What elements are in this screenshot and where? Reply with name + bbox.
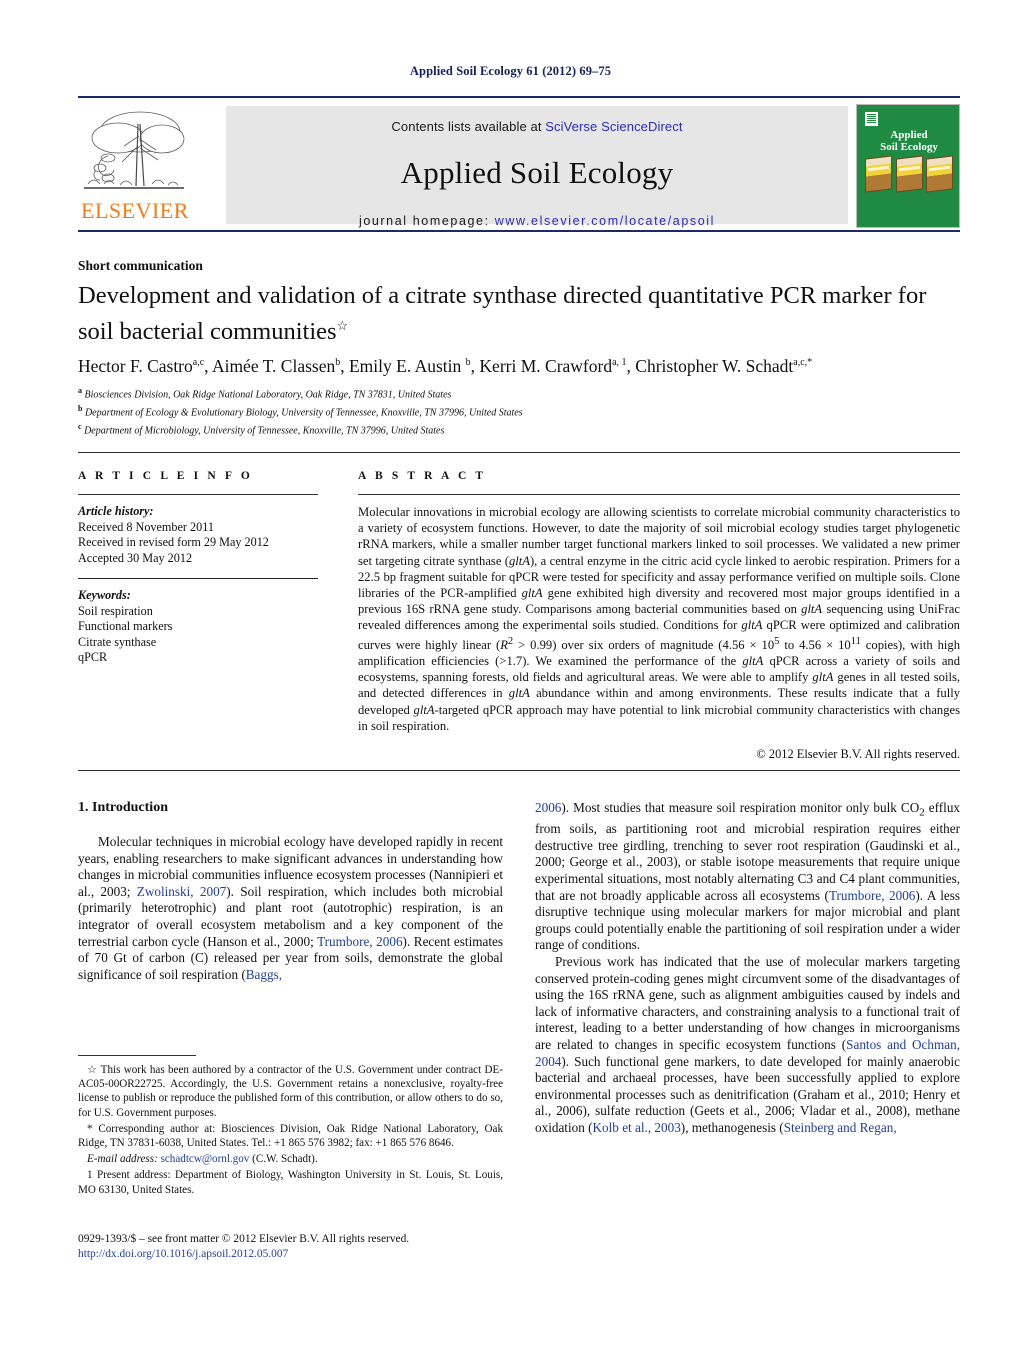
article-info-heading: A R T I C L E I N F O bbox=[78, 470, 253, 482]
affiliation-a-text: Biosciences Division, Oak Ridge National… bbox=[84, 389, 452, 401]
sciencedirect-link[interactable]: SciVerse ScienceDirect bbox=[545, 119, 682, 134]
author-list: Hector F. Castroa,c, Aimée T. Classenb, … bbox=[78, 355, 813, 376]
abstract-copyright: © 2012 Elsevier B.V. All rights reserved… bbox=[756, 747, 960, 762]
info-band-bottom-rule bbox=[78, 770, 960, 771]
footnote-corresponding-author: * Corresponding author at: Biosciences D… bbox=[78, 1122, 503, 1150]
keyword-item: qPCR bbox=[78, 650, 108, 664]
body-column-right: 2006). Most studies that measure soil re… bbox=[535, 800, 960, 1137]
title-footnote-marker[interactable]: ☆ bbox=[337, 318, 349, 333]
introduction-heading: 1. Introduction bbox=[78, 800, 168, 815]
email-suffix: (C.W. Schadt). bbox=[252, 1153, 318, 1166]
cover-soil-profile-art bbox=[865, 155, 953, 193]
email-label: E-mail address: bbox=[87, 1153, 158, 1166]
elsevier-tree-icon bbox=[78, 106, 190, 198]
footnote-present-address: 1 Present address: Department of Biology… bbox=[78, 1169, 503, 1196]
footnote-rule bbox=[78, 1055, 196, 1056]
article-title-text: Development and validation of a citrate … bbox=[78, 282, 927, 346]
keywords-label: Keywords: bbox=[78, 588, 131, 602]
page-title: Development and validation of a citrate … bbox=[78, 281, 938, 347]
keyword-item: Soil respiration bbox=[78, 603, 153, 618]
homepage-prefix: journal homepage: bbox=[358, 214, 495, 228]
article-history-block: Article history: Received 8 November 201… bbox=[78, 504, 318, 566]
journal-homepage-link[interactable]: www.elsevier.com/locate/apsoil bbox=[495, 214, 715, 228]
contents-lists-prefix: Contents lists available at bbox=[391, 119, 546, 134]
imprint-block: 0929-1393/$ – see front matter © 2012 El… bbox=[78, 1232, 538, 1262]
affiliation-c-text: Department of Microbiology, University o… bbox=[84, 424, 445, 436]
masthead-bottom-rule bbox=[78, 230, 960, 232]
affiliation-b: b Department of Ecology & Evolutionary B… bbox=[78, 403, 523, 419]
keyword-item: Functional markers bbox=[78, 619, 173, 633]
masthead-center-panel: Contents lists available at SciVerse Sci… bbox=[226, 106, 848, 228]
article-info-divider bbox=[78, 494, 318, 495]
history-accepted: Accepted 30 May 2012 bbox=[78, 550, 193, 565]
intro-paragraph-1-continued: 2006). Most studies that measure soil re… bbox=[535, 800, 961, 953]
keywords-divider bbox=[78, 578, 318, 579]
footnote-email: E-mail address: schadtcw@ornl.gov (C.W. … bbox=[78, 1152, 503, 1166]
intro-paragraph-2: Previous work has indicated that the use… bbox=[535, 953, 960, 1135]
affiliation-c: c Department of Microbiology, University… bbox=[78, 421, 445, 436]
footnote-block: ☆ This work has been authored by a contr… bbox=[78, 1055, 503, 1199]
body-column-left: 1. Introduction Molecular techniques in … bbox=[78, 800, 503, 983]
abstract-column: A B S T R A C T Molecular innovations in… bbox=[358, 470, 960, 762]
intro-paragraph-1: Molecular techniques in microbial ecolog… bbox=[78, 834, 503, 982]
journal-homepage-line: journal homepage: www.elsevier.com/locat… bbox=[226, 214, 848, 228]
doi-link[interactable]: http://dx.doi.org/10.1016/j.apsoil.2012.… bbox=[78, 1247, 538, 1262]
journal-article-page: Applied Soil Ecology 61 (2012) 69–75 ELS… bbox=[0, 0, 1021, 1351]
history-revised: Received in revised form 29 May 2012 bbox=[78, 535, 269, 549]
abstract-divider bbox=[358, 494, 960, 495]
affiliation-a: a Biosciences Division, Oak Ridge Nation… bbox=[78, 386, 452, 401]
issn-line: 0929-1393/$ – see front matter © 2012 El… bbox=[78, 1233, 410, 1245]
running-head: Applied Soil Ecology 61 (2012) 69–75 bbox=[409, 64, 612, 78]
cover-journal-title: Applied Soil Ecology bbox=[880, 129, 938, 153]
abstract-text: Molecular innovations in microbial ecolo… bbox=[358, 505, 961, 733]
footnote-star: ☆ This work has been authored by a contr… bbox=[78, 1064, 503, 1119]
article-history-label: Article history: bbox=[78, 504, 154, 518]
journal-masthead: ELSEVIER Contents lists available at Sci… bbox=[78, 96, 960, 232]
keywords-block: Keywords: Soil respiration Functional ma… bbox=[78, 588, 318, 666]
masthead-body: ELSEVIER Contents lists available at Sci… bbox=[78, 98, 960, 228]
article-type-label: Short communication bbox=[78, 258, 203, 273]
abstract-heading: A B S T R A C T bbox=[358, 470, 487, 482]
history-received: Received 8 November 2011 bbox=[78, 519, 214, 534]
keyword-item: Citrate synthase bbox=[78, 634, 157, 649]
email-link[interactable]: schadtcw@ornl.gov bbox=[161, 1153, 250, 1165]
elsevier-logo: ELSEVIER bbox=[78, 106, 196, 226]
journal-title: Applied Soil Ecology bbox=[400, 155, 674, 190]
article-info-column: A R T I C L E I N F O Article history: R… bbox=[78, 470, 318, 666]
affiliation-list: a Biosciences Division, Oak Ridge Nation… bbox=[78, 384, 958, 437]
contents-lists-line: Contents lists available at SciVerse Sci… bbox=[226, 106, 848, 134]
affiliation-b-text: Department of Ecology & Evolutionary Bio… bbox=[84, 407, 523, 419]
info-band-top-rule bbox=[78, 452, 960, 453]
elsevier-wordmark: ELSEVIER bbox=[81, 198, 189, 223]
journal-cover-thumbnail[interactable]: Applied Soil Ecology bbox=[856, 104, 960, 228]
cover-publisher-mark-icon bbox=[864, 111, 879, 127]
